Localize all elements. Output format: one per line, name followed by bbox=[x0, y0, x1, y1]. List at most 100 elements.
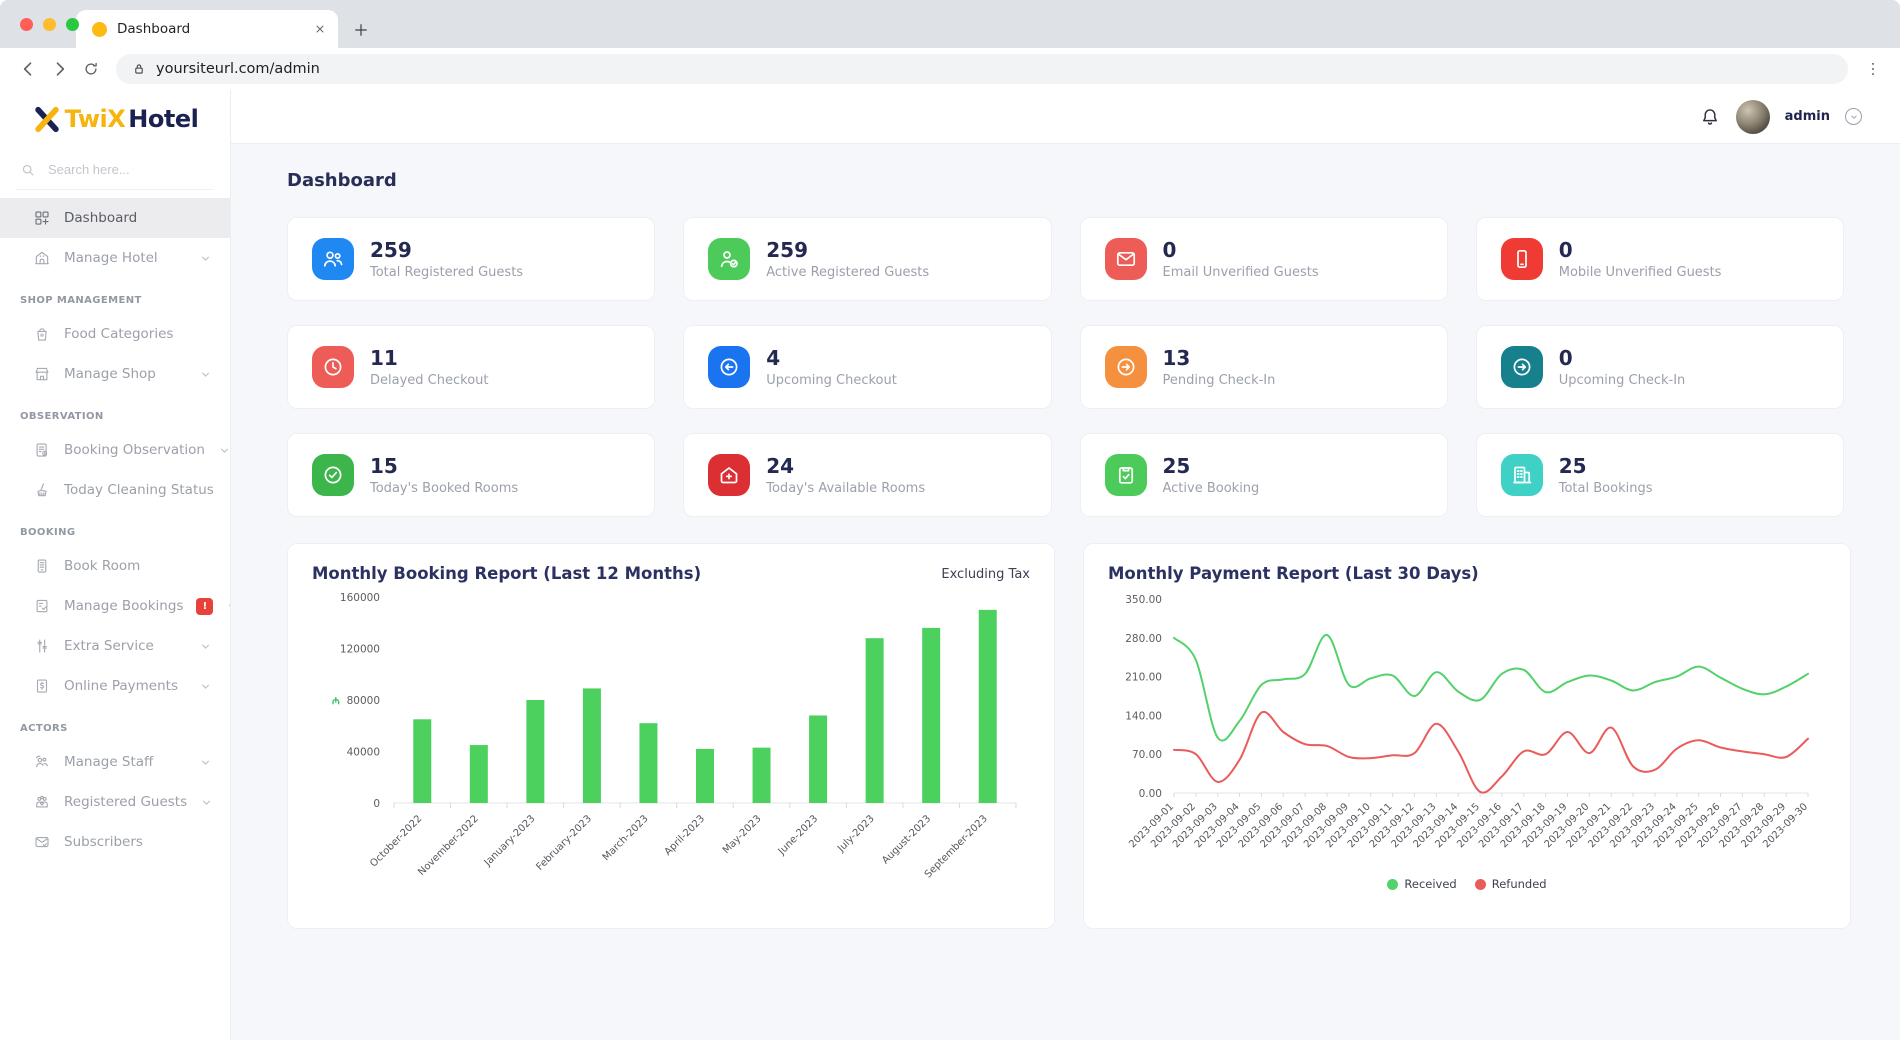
chevron-down-icon bbox=[199, 368, 212, 381]
stat-label: Email Unverified Guests bbox=[1163, 265, 1319, 280]
browser-menu-button[interactable] bbox=[1860, 56, 1886, 82]
food-icon bbox=[33, 325, 51, 343]
sidebar-section-observation: OBSERVATION bbox=[0, 394, 230, 430]
sidebar-item-today-cleaning-status[interactable]: Today Cleaning Status bbox=[0, 470, 230, 510]
stat-card-today-s-available-rooms: 24Today's Available Rooms bbox=[683, 433, 1051, 517]
subscribers-icon bbox=[33, 833, 51, 851]
stat-value: 25 bbox=[1559, 455, 1653, 478]
sidebar-item-subscribers[interactable]: Subscribers bbox=[0, 822, 230, 862]
svg-text:January-2023: January-2023 bbox=[482, 813, 538, 869]
bar-april-2023 bbox=[696, 749, 714, 803]
sidebar-item-manage-shop[interactable]: Manage Shop bbox=[0, 354, 230, 394]
back-button[interactable] bbox=[14, 55, 42, 83]
svg-text:July-2023: July-2023 bbox=[835, 813, 877, 855]
sidebar-item-manage-bookings[interactable]: Manage Bookings! bbox=[0, 586, 230, 626]
stat-label: Active Registered Guests bbox=[766, 265, 929, 280]
chevron-down-icon bbox=[199, 640, 212, 653]
legend-dot bbox=[1475, 879, 1486, 890]
svg-text:September-2023: September-2023 bbox=[923, 813, 990, 880]
chevron-down-icon bbox=[226, 600, 230, 613]
payment-chart-title: Monthly Payment Report (Last 30 Days) bbox=[1108, 564, 1479, 583]
series-refunded bbox=[1174, 712, 1808, 793]
svg-text:February-2023: February-2023 bbox=[534, 813, 594, 873]
sidebar-item-manage-staff[interactable]: Manage Staff bbox=[0, 742, 230, 782]
svg-text:June-2023: June-2023 bbox=[776, 813, 820, 857]
bookings-icon bbox=[33, 597, 51, 615]
observation-icon bbox=[33, 441, 51, 459]
bar-june-2023 bbox=[809, 715, 827, 803]
legend-item-refunded[interactable]: Refunded bbox=[1475, 877, 1547, 891]
avatar[interactable] bbox=[1736, 100, 1770, 134]
svg-text:40000: 40000 bbox=[347, 747, 380, 759]
stat-card-total-bookings: 25Total Bookings bbox=[1476, 433, 1844, 517]
stat-value: 25 bbox=[1163, 455, 1260, 478]
sidebar-item-extra-service[interactable]: Extra Service bbox=[0, 626, 230, 666]
browser-tab[interactable]: Dashboard bbox=[76, 10, 338, 48]
stat-value: 0 bbox=[1559, 347, 1686, 370]
brand-logo[interactable]: TwiXHotel bbox=[0, 90, 230, 148]
bell-icon[interactable] bbox=[1699, 106, 1721, 128]
booking-report-card: Monthly Booking Report (Last 12 Months) … bbox=[287, 543, 1055, 929]
stat-card-active-booking: 25 Active Booking bbox=[1080, 433, 1448, 517]
bar-march-2023 bbox=[639, 723, 657, 803]
tab-close-icon[interactable] bbox=[314, 23, 326, 35]
svg-text:October-2022: October-2022 bbox=[368, 813, 424, 869]
user-check-icon bbox=[708, 238, 750, 280]
stat-value: 13 bbox=[1163, 347, 1276, 370]
book-room-icon bbox=[33, 557, 51, 575]
booking-chart-title: Monthly Booking Report (Last 12 Months) bbox=[312, 564, 701, 583]
svg-text:140.00: 140.00 bbox=[1125, 710, 1162, 722]
legend-label: Received bbox=[1404, 877, 1456, 891]
sidebar-item-booking-observation[interactable]: Booking Observation bbox=[0, 430, 230, 470]
stat-value: 259 bbox=[370, 239, 523, 262]
url-text: yoursiteurl.com/admin bbox=[156, 61, 320, 77]
stat-card-today-s-booked-rooms: 15Today's Booked Rooms bbox=[287, 433, 655, 517]
sidebar-item-food-categories[interactable]: Food Categories bbox=[0, 314, 230, 354]
sidebar-item-label: Food Categories bbox=[64, 326, 212, 342]
reload-button[interactable] bbox=[78, 56, 104, 82]
minimize-window-button[interactable] bbox=[43, 18, 56, 31]
user-menu-chevron[interactable] bbox=[1845, 108, 1862, 125]
svg-text:210.00: 210.00 bbox=[1125, 672, 1162, 684]
close-window-button[interactable] bbox=[20, 18, 33, 31]
stat-label: Mobile Unverified Guests bbox=[1559, 265, 1722, 280]
stat-value: 0 bbox=[1163, 239, 1319, 262]
new-tab-button[interactable] bbox=[352, 21, 370, 39]
chevron-down-icon bbox=[199, 756, 212, 769]
sidebar-item-label: Extra Service bbox=[64, 638, 186, 654]
stat-label: Delayed Checkout bbox=[370, 373, 488, 388]
browser-toolbar: yoursiteurl.com/admin bbox=[0, 48, 1900, 90]
address-bar[interactable]: yoursiteurl.com/admin bbox=[116, 54, 1848, 84]
sidebar-item-manage-hotel[interactable]: Manage Hotel bbox=[0, 238, 230, 278]
stat-label: Total Registered Guests bbox=[370, 265, 523, 280]
guests-icon bbox=[33, 793, 51, 811]
sidebar-item-book-room[interactable]: Book Room bbox=[0, 546, 230, 586]
sidebar-item-label: Booking Observation bbox=[64, 442, 205, 458]
stat-label: Pending Check-In bbox=[1163, 373, 1276, 388]
clipboard-check-icon bbox=[1105, 454, 1147, 496]
lock-icon bbox=[132, 62, 146, 76]
charts-row: Monthly Booking Report (Last 12 Months) … bbox=[287, 543, 1844, 929]
stat-label: Upcoming Check-In bbox=[1559, 373, 1686, 388]
sidebar-item-online-payments[interactable]: Online Payments bbox=[0, 666, 230, 706]
brand-name: TwiX bbox=[65, 105, 126, 133]
cleaning-icon bbox=[33, 481, 51, 499]
legend-item-received[interactable]: Received bbox=[1387, 877, 1456, 891]
sidebar-item-registered-guests[interactable]: Registered Guests bbox=[0, 782, 230, 822]
sidebar-section-actors: ACTORS bbox=[0, 706, 230, 742]
bar-february-2023 bbox=[583, 688, 601, 803]
stat-card-total-registered-guests: 259 Total Registered Guests bbox=[287, 217, 655, 301]
email-icon bbox=[1105, 238, 1147, 280]
stat-card-mobile-unverified-guests: 0Mobile Unverified Guests bbox=[1476, 217, 1844, 301]
sidebar-item-label: Manage Staff bbox=[64, 754, 186, 770]
maximize-window-button[interactable] bbox=[66, 18, 79, 31]
search-input[interactable] bbox=[46, 161, 196, 178]
sidebar-item-dashboard[interactable]: Dashboard bbox=[0, 198, 230, 238]
username[interactable]: admin bbox=[1785, 109, 1830, 124]
forward-button[interactable] bbox=[46, 55, 74, 83]
line-chart-svg: 0.0070.00140.00210.00280.00350.002023-09… bbox=[1108, 585, 1826, 873]
stat-label: Active Booking bbox=[1163, 481, 1260, 496]
sidebar-item-label: Subscribers bbox=[64, 834, 212, 850]
users-icon bbox=[312, 238, 354, 280]
svg-text:160000: 160000 bbox=[340, 592, 380, 604]
